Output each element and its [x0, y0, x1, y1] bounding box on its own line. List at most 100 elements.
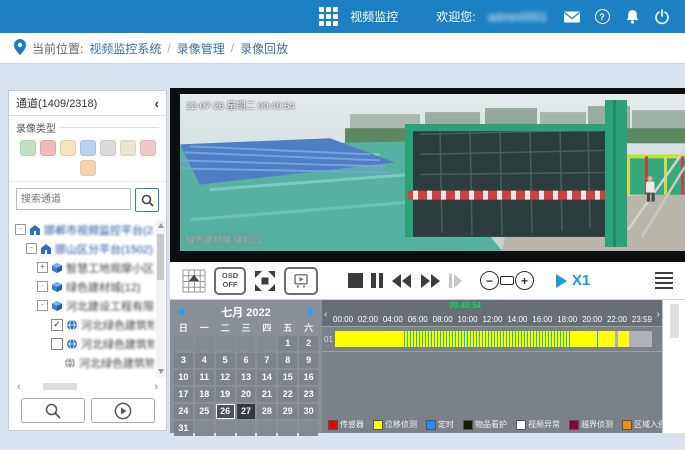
tree-node[interactable]: - 邯山区分平台(1502): [15, 239, 154, 258]
fast-forward-button[interactable]: [420, 273, 441, 289]
tree-node[interactable]: - 河北建设工程有限公: [15, 296, 154, 315]
timeline-track-bar[interactable]: [335, 331, 652, 347]
record-type-icon-4[interactable]: [80, 140, 96, 156]
channel-checkbox-checked[interactable]: ✓: [51, 319, 63, 331]
calendar-day[interactable]: 12: [216, 370, 235, 385]
tree-node-channel[interactable]: 河北绿色建筑物流: [15, 334, 154, 353]
fullscreen-icon[interactable]: [254, 270, 276, 292]
osd-toggle-button[interactable]: OSD OFF: [214, 267, 246, 295]
record-type-icon-5[interactable]: [100, 140, 116, 156]
timeline-scrollbar-thumb[interactable]: [670, 304, 679, 338]
calendar-day[interactable]: 20: [237, 387, 256, 402]
channel-list-icon[interactable]: [655, 272, 673, 290]
calendar-day[interactable]: 25: [195, 404, 214, 419]
timeline-recording-segment[interactable]: [402, 331, 570, 347]
play-speed-indicator[interactable]: X1: [556, 272, 590, 289]
tree-hscrollbar[interactable]: ‹ ›: [9, 379, 166, 394]
calendar-day[interactable]: 15: [278, 370, 297, 385]
breadcrumb-item-playback[interactable]: 录像回放: [240, 40, 288, 57]
timeline-recording-segment[interactable]: [595, 331, 599, 347]
breadcrumb-item-system[interactable]: 视频监控系统: [89, 40, 161, 57]
calendar-day[interactable]: 11: [195, 370, 214, 385]
record-type-icon-8[interactable]: [80, 160, 96, 176]
search-input[interactable]: [16, 188, 131, 210]
frame-step-button[interactable]: [449, 273, 462, 289]
expander-icon[interactable]: -: [15, 224, 26, 235]
record-type-icon-3[interactable]: [60, 140, 76, 156]
scroll-thumb[interactable]: [157, 234, 164, 280]
record-type-icon-6[interactable]: [120, 140, 136, 156]
breadcrumb-item-manage[interactable]: 录像管理: [177, 40, 225, 57]
screen-layout-icon[interactable]: [182, 269, 206, 293]
query-button[interactable]: [21, 398, 85, 423]
record-type-icon-2[interactable]: [40, 140, 56, 156]
calendar-day[interactable]: 5: [216, 353, 235, 368]
tree-node-channel[interactable]: ✓ 河北绿色建筑物流: [15, 315, 154, 334]
timeline-recording-segment[interactable]: [599, 331, 615, 347]
timeline-next-icon[interactable]: ›: [657, 309, 660, 320]
scroll-up-icon[interactable]: [158, 223, 164, 228]
bell-icon[interactable]: [623, 8, 641, 26]
calendar-day[interactable]: 2: [299, 336, 318, 351]
speed-slider[interactable]: [500, 276, 514, 285]
timeline-recording-segment[interactable]: [335, 331, 402, 347]
mail-icon[interactable]: [563, 8, 581, 26]
scroll-right-icon[interactable]: ›: [154, 381, 158, 393]
rewind-button[interactable]: [391, 273, 412, 289]
timeline-track-row[interactable]: 01: [322, 327, 662, 352]
record-type-icon-1[interactable]: [20, 140, 36, 156]
tree-node[interactable]: - 邯郸市视频监控平台(2318): [15, 220, 154, 239]
calendar-day[interactable]: 22: [278, 387, 297, 402]
calendar-day[interactable]: 9: [299, 353, 318, 368]
calendar-day[interactable]: 18: [195, 387, 214, 402]
calendar-day[interactable]: 31: [174, 421, 193, 436]
tree-scrollbar[interactable]: [156, 220, 165, 377]
tree-node[interactable]: + 智慧工地观摩小区1: [15, 258, 154, 277]
calendar-day[interactable]: 8: [278, 353, 297, 368]
channel-checkbox-unchecked[interactable]: [51, 338, 63, 350]
calendar-day[interactable]: 19: [216, 387, 235, 402]
calendar-day[interactable]: 10: [174, 370, 193, 385]
timeline-recording-segment[interactable]: [618, 331, 629, 347]
calendar-day[interactable]: 13: [237, 370, 256, 385]
timeline-recording-segment[interactable]: [570, 331, 595, 347]
calendar-day[interactable]: 3: [174, 353, 193, 368]
calendar-day[interactable]: 23: [299, 387, 318, 402]
scroll-left-icon[interactable]: ‹: [17, 381, 21, 393]
calendar-day-selected[interactable]: 26: [216, 404, 235, 419]
speed-minus-button[interactable]: −: [480, 271, 499, 290]
calendar-day[interactable]: 21: [257, 387, 276, 402]
calendar-day[interactable]: 14: [257, 370, 276, 385]
timeline-scrollbar-track[interactable]: [662, 300, 685, 433]
prev-month-icon[interactable]: ◀: [174, 305, 186, 318]
expander-icon[interactable]: -: [37, 281, 48, 292]
next-month-icon[interactable]: ▶: [306, 305, 318, 318]
collapse-panel-icon[interactable]: ‹: [155, 96, 159, 111]
calendar-day-today[interactable]: 27: [237, 404, 256, 419]
calendar-day[interactable]: 17: [174, 387, 193, 402]
expander-icon[interactable]: -: [37, 300, 48, 311]
calendar-day[interactable]: 6: [237, 353, 256, 368]
speed-plus-button[interactable]: +: [515, 271, 534, 290]
timeline-playhead[interactable]: [465, 331, 467, 347]
stop-button[interactable]: [348, 273, 363, 288]
calendar-day[interactable]: 1: [278, 336, 297, 351]
pip-player-icon[interactable]: [284, 267, 318, 295]
tree-node[interactable]: - 绿色建材城(12): [15, 277, 154, 296]
power-icon[interactable]: [653, 8, 671, 26]
calendar-day[interactable]: 24: [174, 404, 193, 419]
scroll-down-icon[interactable]: [158, 369, 164, 374]
calendar-day[interactable]: 28: [257, 404, 276, 419]
tree-node-channel[interactable]: 河北绿色建筑物流园区: [15, 353, 154, 372]
timeline-prev-icon[interactable]: ‹: [324, 309, 327, 320]
search-button[interactable]: [135, 188, 159, 212]
calendar-day[interactable]: 4: [195, 353, 214, 368]
help-icon[interactable]: ?: [593, 8, 611, 26]
calendar-day[interactable]: 16: [299, 370, 318, 385]
calendar-day[interactable]: 7: [257, 353, 276, 368]
calendar-day[interactable]: 29: [278, 404, 297, 419]
pause-button[interactable]: [371, 273, 383, 288]
start-playback-button[interactable]: [91, 398, 155, 423]
calendar-day[interactable]: 30: [299, 404, 318, 419]
record-type-icon-7[interactable]: [140, 140, 156, 156]
